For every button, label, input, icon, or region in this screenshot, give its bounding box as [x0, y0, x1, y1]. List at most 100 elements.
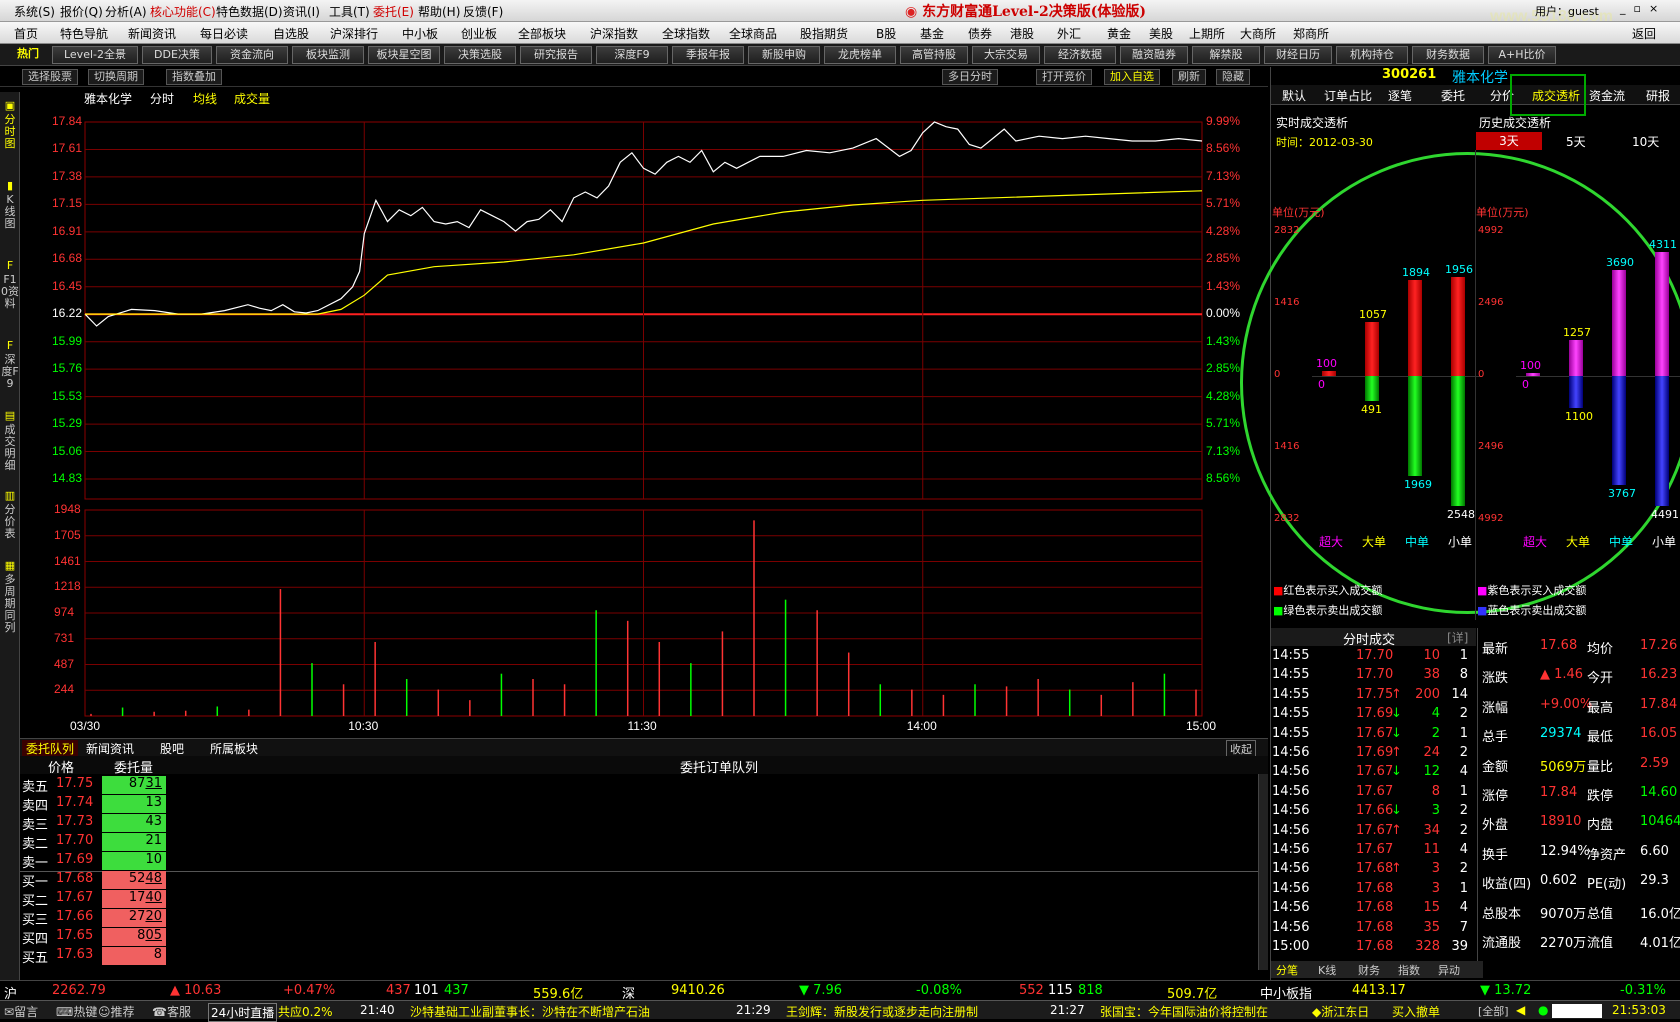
bid-row[interactable]: 买二 17.67 1740	[22, 890, 1252, 909]
hist-tab-10d[interactable]: 10天	[1632, 133, 1659, 150]
nav-back[interactable]: 返回	[1632, 25, 1656, 42]
status-message[interactable]: ✉留言	[4, 1003, 38, 1020]
sh-down: 437	[444, 983, 469, 998]
realtime-buy-bar	[1322, 370, 1336, 376]
quote-value: 29.3	[1640, 873, 1669, 889]
bid-row[interactable]: 买四 17.65 805	[22, 928, 1252, 947]
window-controls[interactable]: _▫×	[1620, 2, 1666, 15]
hist-tab-3d[interactable]: 3天	[1476, 132, 1542, 150]
btab-tick[interactable]: 分笔	[1276, 962, 1298, 978]
axis-tick: 2496	[1478, 297, 1504, 308]
service-icon: ☎	[152, 1005, 167, 1019]
price-tick: 16.68	[52, 251, 83, 266]
nav-czce[interactable]: 郑商所	[1293, 25, 1329, 42]
sh-pct: +0.47%	[283, 983, 336, 998]
alert-filter[interactable]: [全部]	[1478, 1003, 1509, 1019]
quote-value: 29374	[1540, 726, 1582, 742]
sz-flat: 115	[1048, 983, 1073, 998]
price-tick: 17.84	[52, 114, 83, 128]
sh-value: 2262.79	[52, 983, 106, 998]
alert-action[interactable]: 买入撤单	[1392, 1003, 1440, 1020]
status-service[interactable]: ☎客服	[152, 1003, 191, 1020]
time-tick: 03/30	[70, 719, 101, 733]
bid-row[interactable]: 买五 17.63 8	[22, 947, 1252, 966]
ask-row[interactable]: 卖四 17.74 13	[22, 795, 1252, 814]
tab-forum[interactable]: 股吧	[160, 740, 184, 757]
trade-row: 14:55 17.70 10 1	[1272, 648, 1468, 663]
rtab-tick[interactable]: 逐笔	[1388, 87, 1412, 104]
tool-institution[interactable]: 机构持仓	[1336, 46, 1408, 64]
ask-row[interactable]: 卖三 17.73 43	[22, 814, 1252, 833]
realtime-buy-bar	[1365, 322, 1379, 376]
queue-scrollbar[interactable]	[1258, 774, 1268, 970]
status-recommend[interactable]: ☺推荐	[98, 1003, 135, 1020]
news-1[interactable]: 沙特基础工业副董事长：沙特在不断增产石油	[410, 1003, 650, 1020]
speaker-icon[interactable]: ◀	[1516, 1003, 1525, 1017]
tool-financials[interactable]: 财务数据	[1412, 46, 1484, 64]
sz-down: 818	[1078, 983, 1103, 998]
sme-value: 4413.17	[1352, 983, 1406, 998]
pct-tick: 1.43%	[1206, 278, 1241, 293]
tool-ah-compare[interactable]: A+H比价	[1488, 46, 1556, 64]
rtab-fundflow[interactable]: 资金流	[1589, 87, 1625, 104]
intraday-chart[interactable]	[0, 0, 1270, 738]
pct-tick: 1.43%	[1206, 333, 1241, 348]
stock-code: 300261	[1382, 67, 1437, 82]
clock: 21:53:03	[1612, 1003, 1666, 1017]
tab-sectors[interactable]: 所属板块	[210, 740, 258, 757]
history-buy-bar	[1569, 339, 1583, 376]
btab-finance[interactable]: 财务	[1358, 962, 1380, 978]
axis-tick: 2832	[1274, 225, 1300, 236]
progress-box	[1552, 1004, 1602, 1018]
trades-more[interactable]: [详]	[1447, 629, 1468, 646]
ask-row[interactable]: 卖一 17.69 10	[22, 852, 1252, 871]
user-label: 用户：guest	[1535, 5, 1599, 18]
btab-alert[interactable]: 异动	[1438, 962, 1460, 978]
quote-label: 流通股	[1482, 936, 1522, 951]
history-buy-value: 4311	[1649, 237, 1677, 251]
rtab-order-ratio[interactable]: 订单占比	[1324, 87, 1372, 104]
alert-stock[interactable]: ◆浙江东日	[1312, 1003, 1369, 1020]
history-buy-value: 1257	[1563, 325, 1591, 339]
rtab-entrust[interactable]: 委托	[1441, 87, 1465, 104]
pct-tick: 2.85%	[1206, 361, 1241, 376]
hist-tab-5d[interactable]: 5天	[1566, 133, 1586, 150]
quote-label: 涨幅	[1482, 700, 1509, 716]
ask-row[interactable]: 卖五 17.75 8731	[22, 776, 1252, 795]
status-hotkey[interactable]: ⌨热键	[56, 1003, 97, 1020]
order-tabs-bar: 委托队列 新闻资讯 股吧 所属板块 收起	[20, 738, 1268, 758]
btab-kline[interactable]: K线	[1318, 962, 1336, 978]
arrow-up-icon: ↑	[1391, 822, 1402, 838]
sme-change: ▼ 13.72	[1480, 983, 1532, 998]
highlight-box	[1510, 74, 1586, 116]
btab-index[interactable]: 指数	[1398, 962, 1420, 978]
price-tick: 15.76	[52, 361, 83, 376]
ask-row[interactable]: 卖二 17.70 21	[22, 833, 1252, 852]
quote-label: 外盘	[1482, 818, 1509, 834]
quote-label: 内盘	[1587, 818, 1614, 834]
minimize-icon: _	[1620, 2, 1634, 15]
category-label: 中单	[1609, 535, 1634, 549]
realtime-sell-bar	[1408, 376, 1422, 477]
unit-label: 单位(万元)	[1272, 206, 1325, 219]
bid-row[interactable]: 买三 17.66 2720	[22, 909, 1252, 928]
sh-change: ▲ 10.63	[170, 983, 222, 998]
bid-row[interactable]: 买一 17.68 5248	[22, 871, 1252, 890]
tab-news[interactable]: 新闻资讯	[86, 740, 134, 757]
category-label: 小单	[1652, 535, 1677, 549]
live-button[interactable]: 24小时直播	[208, 1003, 278, 1022]
tab-order-queue[interactable]: 委托队列	[22, 740, 79, 757]
news-2[interactable]: 王剑辉：新股发行或逐步走向注册制	[786, 1003, 978, 1020]
quote-value: 16.05	[1640, 726, 1678, 742]
vol-tick: 731	[54, 630, 75, 645]
category-label: 小单	[1448, 535, 1473, 549]
rtab-research[interactable]: 研报	[1646, 87, 1670, 104]
axis-tick: 2496	[1478, 441, 1504, 452]
rtab-default[interactable]: 默认	[1282, 87, 1306, 104]
quote-label: 总手	[1482, 730, 1509, 746]
tool-calendar[interactable]: 财经日历	[1264, 46, 1332, 64]
quote-value: 16.23	[1640, 667, 1678, 683]
quote-value: 17.84	[1640, 696, 1678, 712]
news-3[interactable]: 张国宝：今年国际油价将控制在	[1100, 1003, 1268, 1020]
news-time-1: 21:40	[360, 1003, 395, 1017]
